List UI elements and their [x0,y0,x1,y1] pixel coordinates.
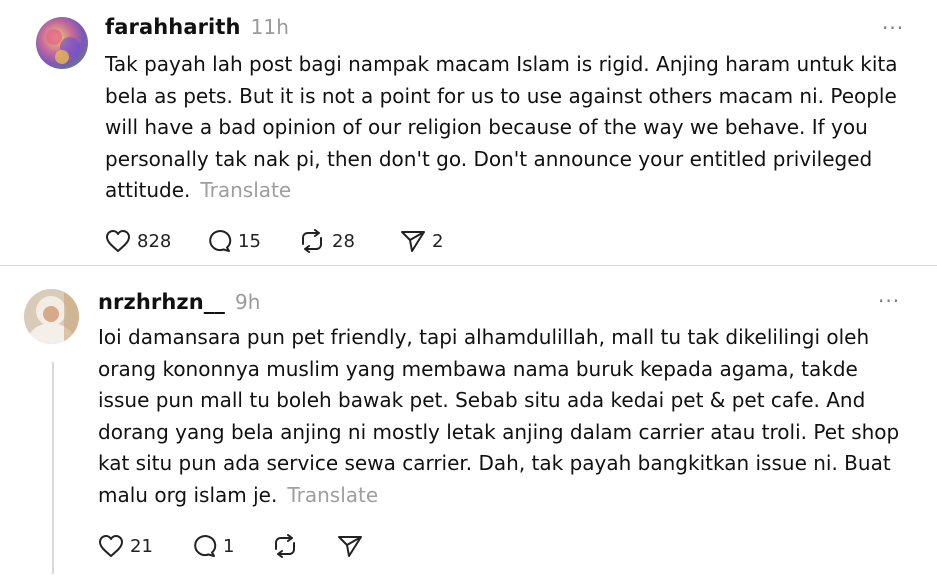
like-button[interactable]: 828 [105,229,206,253]
avatar[interactable] [24,289,79,344]
post-time: 11h [250,15,289,39]
username[interactable]: farahharith 11h [105,15,289,39]
action-bar: 21 1 [98,534,363,558]
post-body: Ioi damansara pun pet friendly, tapi alh… [98,325,900,507]
post-text: Ioi damansara pun pet friendly, tapi alh… [98,322,913,512]
more-options-icon[interactable]: ··· [878,289,900,313]
reply-count: 15 [238,230,261,252]
translate-link[interactable]: Translate [287,483,378,507]
translate-link[interactable]: Translate [200,178,291,202]
comment-icon [209,230,232,252]
repost-count: 28 [332,230,355,252]
post-text: Tak payah lah post bagi nampak macam Isl… [105,49,920,207]
reply-button[interactable]: 15 [206,229,298,253]
repost-icon [302,229,322,253]
share-button[interactable] [337,534,363,558]
avatar-portrait [24,289,79,344]
username-text[interactable]: nrzhrhzn__ [98,290,225,314]
username[interactable]: nrzhrhzn__ 9h [98,290,261,314]
heart-icon [106,230,130,252]
thread-line [52,362,54,574]
comment-icon [194,535,217,557]
share-button[interactable]: 2 [400,229,443,253]
send-icon [338,536,362,557]
post-divider [0,265,937,266]
heart-icon [99,535,123,557]
post-time: 9h [234,290,261,314]
like-count: 828 [137,230,172,252]
repost-button[interactable]: 28 [298,229,400,253]
username-text[interactable]: farahharith [105,15,241,39]
repost-icon [275,534,295,558]
reply-count: 1 [223,535,235,557]
action-bar: 828 15 28 2 [105,229,443,253]
avatar[interactable] [36,17,88,69]
send-icon [401,231,425,252]
avatar-pattern [46,29,80,64]
like-button[interactable]: 21 [98,534,191,558]
repost-button[interactable] [271,534,337,558]
like-count: 21 [130,535,153,557]
share-count: 2 [432,230,444,252]
reply-button[interactable]: 1 [191,534,271,558]
more-options-icon[interactable]: ··· [882,16,904,40]
